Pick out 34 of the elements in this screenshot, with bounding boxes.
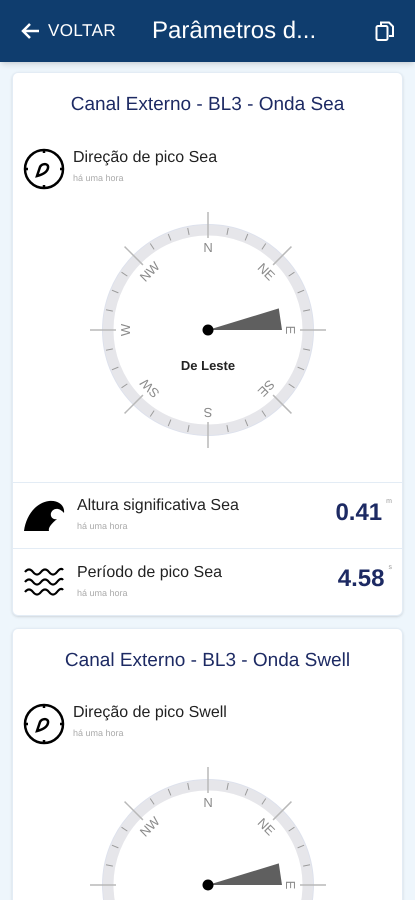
reading-label: Direção de pico Sea xyxy=(73,148,218,168)
timestamp: há uma hora xyxy=(73,172,125,184)
center-dot xyxy=(202,880,213,890)
page-title: Parâmetros d... xyxy=(152,16,318,46)
compass-label: E xyxy=(282,880,298,890)
timestamp: há uma hora xyxy=(77,586,129,600)
compass-label: SW xyxy=(136,375,162,401)
compass-label: N xyxy=(202,240,212,254)
wave-icon xyxy=(23,498,65,532)
compass-label: SE xyxy=(254,376,278,400)
compass-icon xyxy=(23,703,65,745)
reading-value: 4.58 xyxy=(338,564,384,594)
timestamp: há uma hora xyxy=(73,727,125,740)
compass-label: S xyxy=(203,404,212,420)
reading-label: Altura significativa Sea xyxy=(77,496,240,516)
reading-value: 0.41 xyxy=(335,498,382,528)
compass-label: NE xyxy=(254,259,278,283)
center-dot xyxy=(202,324,213,335)
card-title: Canal Externo - BL3 - Onda Sea xyxy=(70,93,346,117)
reading-label: Período de pico Sea xyxy=(77,562,223,583)
back-button[interactable]: VOLTAR xyxy=(20,18,116,44)
compass-label: NW xyxy=(136,258,162,284)
compass-label: E xyxy=(282,325,298,334)
compass-label: NE xyxy=(254,814,278,838)
compass-label: NW xyxy=(136,814,162,840)
card-title: Canal Externo - BL3 - Onda Swell xyxy=(64,648,352,672)
back-arrow-icon xyxy=(20,22,40,40)
reading-label: Direção de pico Swell xyxy=(73,703,227,723)
compass-icon xyxy=(23,148,65,190)
timestamp: há uma hora xyxy=(77,520,129,534)
compass-label: N xyxy=(202,795,212,810)
compass-label: W xyxy=(118,323,132,336)
direction-caption: De Leste xyxy=(180,358,235,372)
copy-icon[interactable] xyxy=(375,20,395,42)
